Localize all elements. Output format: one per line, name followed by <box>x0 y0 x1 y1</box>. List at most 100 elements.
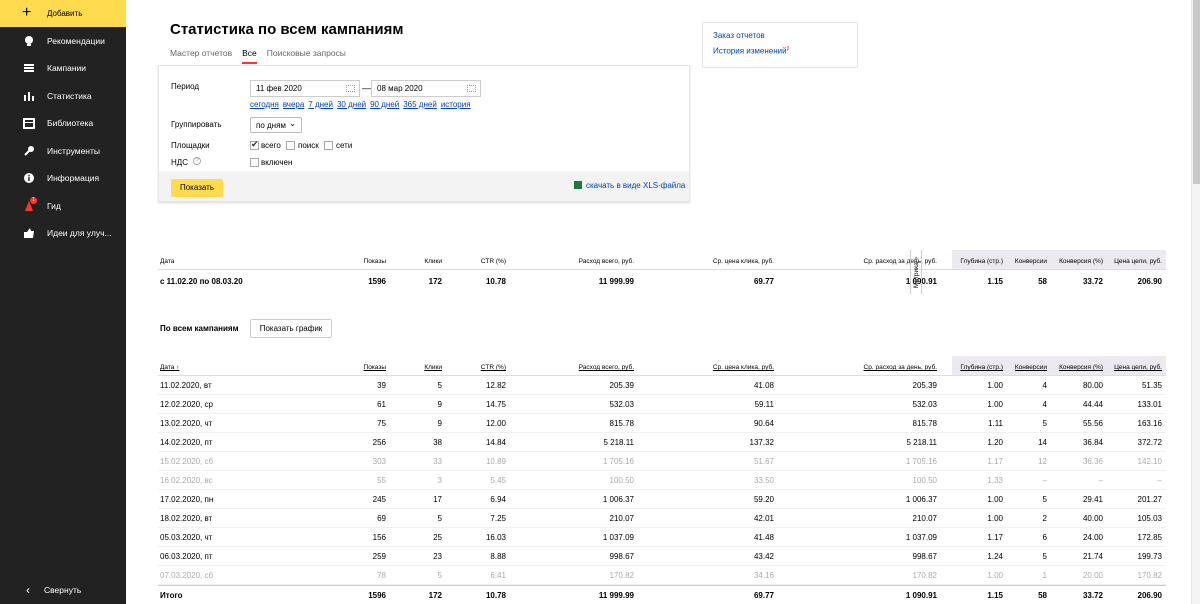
column-header[interactable]: Ср. расход за день, руб. <box>864 364 937 371</box>
sidebar-item[interactable]: Информация <box>0 165 126 193</box>
table-cell: 59.11 <box>754 400 774 409</box>
table-cell: 998.67 <box>609 552 634 561</box>
history-link[interactable]: История измененийβ <box>713 46 847 56</box>
column-header[interactable]: Глубина (стр.) <box>960 364 1003 371</box>
table-cell: 43.42 <box>753 552 774 561</box>
table-cell: 532.03 <box>912 400 937 409</box>
sidebar-item[interactable]: Кампании <box>0 55 126 83</box>
quick-period-link[interactable]: 365 дней <box>403 100 437 109</box>
group-select[interactable]: по дням ⌄ <box>250 117 302 133</box>
table-cell: 170.82 <box>912 571 937 580</box>
column-header[interactable]: Клики <box>424 364 442 371</box>
date-from-value: 11 фев 2020 <box>256 84 302 93</box>
sidebar-item[interactable]: Инструменты <box>0 137 126 165</box>
quick-period-link[interactable]: 30 дней <box>337 100 366 109</box>
table-cell: 5 218.11 <box>906 438 937 447</box>
scrollbar-thumb[interactable] <box>1193 0 1200 184</box>
collapse-button[interactable]: ‹ Свернуть <box>0 582 126 598</box>
table-cell: 16.03 <box>485 533 506 542</box>
table-cell: 1596 <box>368 591 386 600</box>
table-cell: 1.33 <box>987 476 1003 485</box>
thumbs-up-icon <box>23 227 35 239</box>
quick-period-link[interactable]: 90 дней <box>370 100 399 109</box>
platform-all-label: всего <box>261 141 281 150</box>
sidebar-item-label: Статистика <box>47 90 92 101</box>
platform-search-checkbox[interactable] <box>286 141 295 150</box>
table-cell: 10.89 <box>485 457 506 466</box>
table-row: 14.02.2020, пт 256 38 14.84 5 218.11 137.32 5 … <box>158 433 1166 452</box>
column-header[interactable]: Конверсии <box>1015 364 1047 371</box>
date-dash: — <box>362 83 371 93</box>
table-cell: 55.56 <box>1082 419 1103 428</box>
show-graph-button[interactable]: Показать график <box>250 319 332 338</box>
table-cell: 41.48 <box>753 533 774 542</box>
page-title: Статистика по всем кампаниям <box>170 21 404 38</box>
table-cell: 12.00 <box>485 419 506 428</box>
table-cell: Итого <box>160 591 183 600</box>
table-cell: 170.82 <box>1137 571 1162 580</box>
table-cell: с 11.02.20 по 08.03.20 <box>160 277 243 286</box>
table-cell: 15.02.2020, сб <box>160 457 214 466</box>
xls-download-link[interactable]: скачать в виде XLS-файла <box>574 181 685 190</box>
tab-report-wizard[interactable]: Мастер отчетов <box>170 48 232 64</box>
table-row: 06.03.2020, пт 259 23 8.88 998.67 43.42 998.67… <box>158 547 1166 566</box>
table-cell: 172.85 <box>1137 533 1162 542</box>
add-button[interactable]: + Добавить <box>0 0 126 27</box>
table-cell: 170.82 <box>609 571 634 580</box>
table-cell: – <box>1157 476 1162 485</box>
platform-networks-label: сети <box>336 141 353 150</box>
column-header[interactable]: Расход всего, руб. <box>579 364 634 371</box>
table-cell: 815.78 <box>912 419 937 428</box>
column-header[interactable]: Показы <box>364 364 386 371</box>
metrika-toggle[interactable]: Метрика » <box>910 250 922 294</box>
column-header: Ср. цена клика, руб. <box>712 258 774 265</box>
info-icon <box>23 172 35 184</box>
sidebar-item[interactable]: Гид 1 <box>0 192 126 220</box>
table-cell: 20.00 <box>1082 571 1103 580</box>
column-header[interactable]: CTR (%) <box>481 364 506 371</box>
table-cell: 172 <box>428 591 442 600</box>
column-header[interactable]: Ср. цена клика, руб. <box>713 364 774 371</box>
vat-checkbox[interactable] <box>250 158 259 167</box>
quick-period-link[interactable]: 7 дней <box>308 100 333 109</box>
table-cell: 163.16 <box>1137 419 1162 428</box>
table-cell: 1 037.09 <box>905 533 937 542</box>
table-cell: 6 <box>1042 533 1047 542</box>
order-reports-link[interactable]: Заказ отчетов <box>713 31 847 40</box>
date-to-input[interactable]: 08 мар 2020 <box>371 80 481 97</box>
tab-search-queries[interactable]: Поисковые запросы <box>267 48 346 64</box>
table-cell: 11.02.2020, вт <box>160 381 212 390</box>
table-cell: 2 <box>1042 514 1047 523</box>
table-cell: 303 <box>372 457 386 466</box>
column-header[interactable]: Дата ↑ <box>160 364 179 371</box>
quick-period-link[interactable]: сегодня <box>250 100 279 109</box>
help-icon[interactable]: ? <box>193 157 201 165</box>
date-from-input[interactable]: 11 фев 2020 <box>250 80 360 97</box>
sidebar-item[interactable]: Рекомендации <box>0 27 126 55</box>
quick-period-link[interactable]: история <box>441 100 471 109</box>
table-cell: 42.01 <box>753 514 774 523</box>
sidebar-item[interactable]: Идеи для улуч... <box>0 220 126 248</box>
column-header[interactable]: Конверсия (%) <box>1059 364 1103 371</box>
quick-period-link[interactable]: вчера <box>283 100 304 109</box>
column-header[interactable]: Цена цели, руб. <box>1114 364 1162 371</box>
table-cell: 17.02.2020, пн <box>160 495 214 504</box>
sidebar-item[interactable]: Статистика <box>0 82 126 110</box>
scrollbar[interactable] <box>1191 0 1200 604</box>
table-cell: 210.07 <box>609 514 634 523</box>
tab-all[interactable]: Все <box>242 48 257 64</box>
sidebar-item[interactable]: Библиотека <box>0 110 126 138</box>
period-label: Период <box>171 82 200 91</box>
table-cell: 41.08 <box>753 381 774 390</box>
table-cell: 1.15 <box>987 591 1003 600</box>
table-cell: 12 <box>1038 457 1047 466</box>
vat-label: НДС <box>171 158 188 167</box>
platform-networks-checkbox[interactable] <box>324 141 333 150</box>
table-cell: 6.41 <box>490 571 506 580</box>
table-cell: – <box>1042 476 1047 485</box>
sidebar-item-label: Информация <box>47 173 100 184</box>
show-button[interactable]: Показать <box>171 179 223 197</box>
platform-all-checkbox[interactable] <box>250 139 259 150</box>
add-label: Добавить <box>47 9 83 18</box>
table-cell: 815.78 <box>609 419 634 428</box>
